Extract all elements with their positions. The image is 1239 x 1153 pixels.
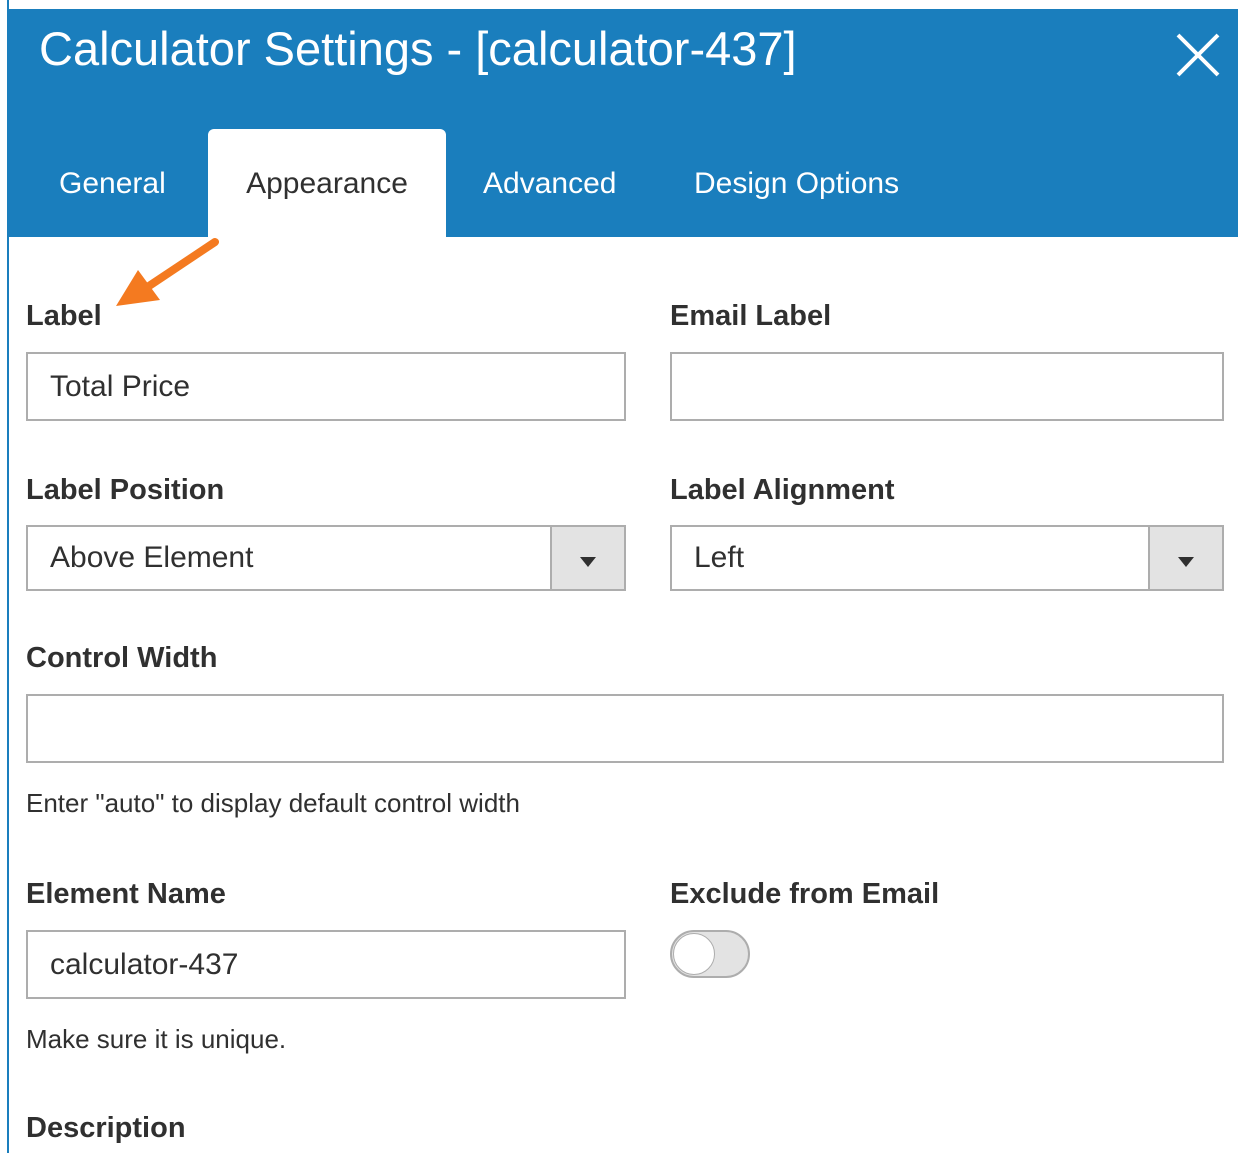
tab-advanced[interactable]: Advanced [483, 129, 616, 237]
element-name-field-title: Element Name [26, 878, 226, 910]
description-field-title: Description [26, 1112, 186, 1144]
calculator-settings-dialog: Calculator Settings - [calculator-437] G… [0, 0, 1239, 1153]
element-name-hint: Make sure it is unique. [26, 1024, 287, 1054]
email-label-input[interactable] [670, 352, 1224, 421]
label-alignment-field-title: Label Alignment [670, 474, 895, 506]
tab-general[interactable]: General [59, 129, 166, 237]
element-name-input[interactable]: calculator-437 [26, 930, 626, 999]
label-alignment-dropdown-button[interactable] [1148, 527, 1222, 589]
exclude-from-email-field-title: Exclude from Email [670, 878, 940, 910]
label-position-field-title: Label Position [26, 474, 225, 506]
label-position-value: Above Element [50, 541, 254, 574]
dialog-title: Calculator Settings - [calculator-437] [39, 22, 797, 75]
arrow-icon [116, 238, 219, 306]
control-width-field-title: Control Width [26, 642, 218, 674]
close-icon[interactable] [1174, 31, 1222, 79]
chevron-down-icon [580, 557, 596, 567]
chevron-down-icon [1178, 557, 1194, 567]
toggle-knob [673, 933, 715, 975]
label-alignment-value: Left [694, 541, 745, 574]
control-width-hint: Enter "auto" to display default control … [26, 788, 520, 818]
label-position-select[interactable]: Above Element [26, 525, 626, 591]
dialog-header: Calculator Settings - [calculator-437] G… [9, 9, 1238, 237]
email-label-field-title: Email Label [670, 300, 832, 332]
exclude-from-email-toggle[interactable] [670, 930, 750, 978]
label-alignment-select[interactable]: Left [670, 525, 1224, 591]
control-width-input[interactable] [26, 694, 1224, 763]
label-input[interactable]: Total Price [26, 352, 626, 421]
tab-design-options[interactable]: Design Options [694, 129, 899, 237]
tab-appearance[interactable]: Appearance [208, 129, 446, 237]
label-position-dropdown-button[interactable] [550, 527, 624, 589]
label-field-title: Label [26, 300, 102, 332]
